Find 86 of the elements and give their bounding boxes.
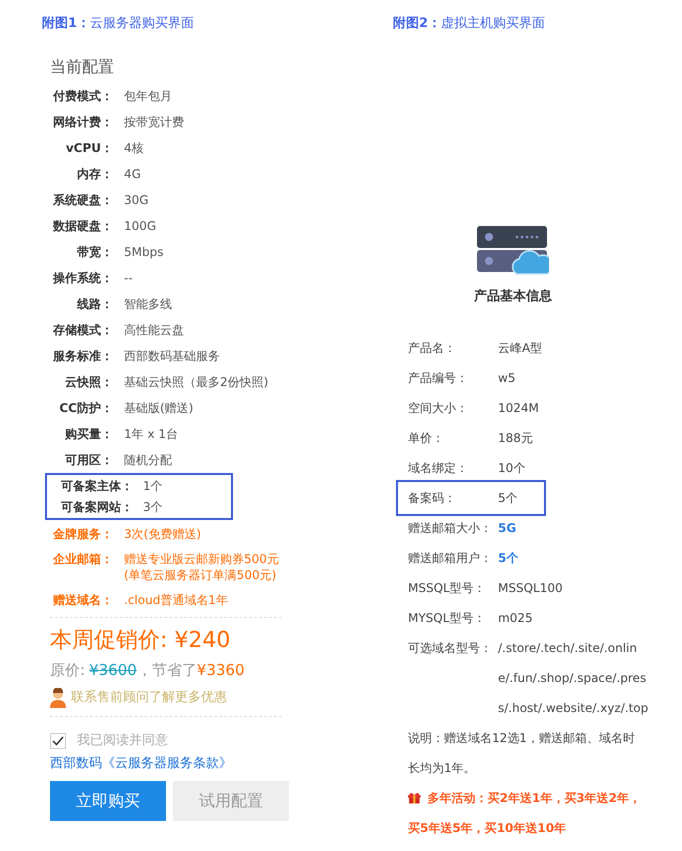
field-label: 可备案网站： <box>60 499 133 516</box>
field-label: 云快照： <box>64 374 113 391</box>
field-label: 操作系统： <box>52 270 113 287</box>
field-value: 100G <box>124 218 156 235</box>
field-value: 西部数码基础服务 <box>124 348 220 365</box>
field-label: 可选域名型号： <box>408 640 493 656</box>
field-label: 带宽： <box>76 244 113 261</box>
field-value: 基础云快照（最多2份快照) <box>124 374 268 391</box>
field-label: 线路： <box>76 296 113 313</box>
field-label: CC防护： <box>58 400 113 417</box>
note-text: 长均为1年。 <box>408 760 477 776</box>
field-label: 域名绑定： <box>408 460 469 476</box>
original-price: ¥3600 <box>89 660 137 680</box>
promo-text: 买5年送5年，买10年送10年 <box>408 820 566 836</box>
field-value: -- <box>124 270 133 287</box>
field-value: 高性能云盘 <box>124 322 184 339</box>
field-value: 5个 <box>498 490 518 506</box>
field-label: 存储模式： <box>52 322 113 339</box>
saved-label: ，节省了 <box>136 660 197 680</box>
cloud-server-icon <box>477 226 549 276</box>
field-value: /.store/.tech/.site/.onlin <box>498 640 638 656</box>
field-label: 企业邮箱： <box>52 551 113 568</box>
field-label: 单价： <box>408 430 445 446</box>
action-button[interactable]: 试用配置 <box>173 781 289 821</box>
field-value: 5个 <box>498 550 518 566</box>
field-value: 5Mbps <box>124 244 164 261</box>
field-label: vCPU： <box>64 140 113 157</box>
field-value: 4G <box>124 166 141 183</box>
field-label: 服务标准： <box>52 348 113 365</box>
field-value: 1年 x 1台 <box>124 426 178 443</box>
field-value: 3次(免费赠送) <box>124 526 201 542</box>
field-label: 可用区： <box>64 452 113 469</box>
agree-checkbox[interactable] <box>50 732 66 749</box>
field-value: w5 <box>498 370 516 386</box>
field-value: MSSQL100 <box>498 580 563 596</box>
field-label: 赠送邮箱用户： <box>408 550 493 566</box>
contact-link[interactable]: 联系售前顾问了解更多优惠 <box>71 688 227 708</box>
field-value: 随机分配 <box>124 452 172 469</box>
field-label: 赠送邮箱大小： <box>408 520 493 536</box>
field-label: MSSQL型号： <box>408 580 487 596</box>
agree-label: 我已阅读并同意 <box>77 732 168 750</box>
field-value: (单笔云服务器订单满500元) <box>124 567 278 583</box>
field-label: 系统硬盘： <box>52 192 113 209</box>
field-label: 付费模式： <box>52 88 113 105</box>
field-value: 5G <box>498 520 516 536</box>
field-label: 空间大小： <box>408 400 469 416</box>
field-value: 10个 <box>498 460 526 476</box>
field-value: 基础版(赠送) <box>124 400 194 417</box>
field-label: 产品名： <box>408 340 457 356</box>
field-value: 3个 <box>143 499 163 516</box>
figure-caption: 附图2：虚拟主机购买界面 <box>393 15 546 33</box>
field-value: m025 <box>498 610 533 626</box>
promo-price: 本周促销价: ¥240 <box>50 627 232 655</box>
field-label: 数据硬盘： <box>52 218 113 235</box>
field-value: 按带宽计费 <box>124 114 184 131</box>
field-value: s/.host/.website/.xyz/.top <box>498 700 648 716</box>
section-heading: 当前配置 <box>50 56 115 78</box>
note-text: 说明：赠送域名12选1，赠送邮箱、域名时 <box>408 730 636 746</box>
section-heading: 产品基本信息 <box>474 288 552 306</box>
field-value: 1024M <box>498 400 539 416</box>
field-value: 云峰A型 <box>498 340 542 356</box>
field-value: 30G <box>124 192 149 209</box>
field-label: 网络计费： <box>52 114 113 131</box>
field-value: e/.fun/.shop/.space/.pres <box>498 670 648 686</box>
field-label: 赠送域名： <box>52 592 113 608</box>
field-value: 包年包月 <box>124 88 172 105</box>
field-label: 购买量： <box>64 426 113 443</box>
price-label: 原价: <box>50 660 86 680</box>
field-value: 赠送专业版云邮新购券500元 <box>124 551 279 567</box>
field-label: MYSQL型号： <box>408 610 486 626</box>
field-value: 智能多线 <box>124 296 172 313</box>
saved-amount: ¥3360 <box>196 660 244 680</box>
terms-link[interactable]: 西部数码《云服务器服务条款》 <box>50 754 351 773</box>
action-button[interactable]: 立即购买 <box>50 781 166 821</box>
promo-text: 多年活动：买2年送1年，买3年送2年， <box>428 790 641 806</box>
field-value: 188元 <box>498 430 533 446</box>
field-label: 产品编号： <box>408 370 469 386</box>
field-label: 内存： <box>76 166 113 183</box>
field-label: 备案码： <box>408 490 457 506</box>
field-value: 1个 <box>143 478 163 495</box>
figure-caption: 附图1：云服务器购买界面 <box>42 15 196 33</box>
field-label: 可备案主体： <box>60 478 133 495</box>
field-label: 金牌服务： <box>52 526 113 542</box>
field-value: .cloud普通域名1年 <box>124 592 228 608</box>
person-icon <box>50 688 66 708</box>
field-value: 4核 <box>124 140 144 157</box>
